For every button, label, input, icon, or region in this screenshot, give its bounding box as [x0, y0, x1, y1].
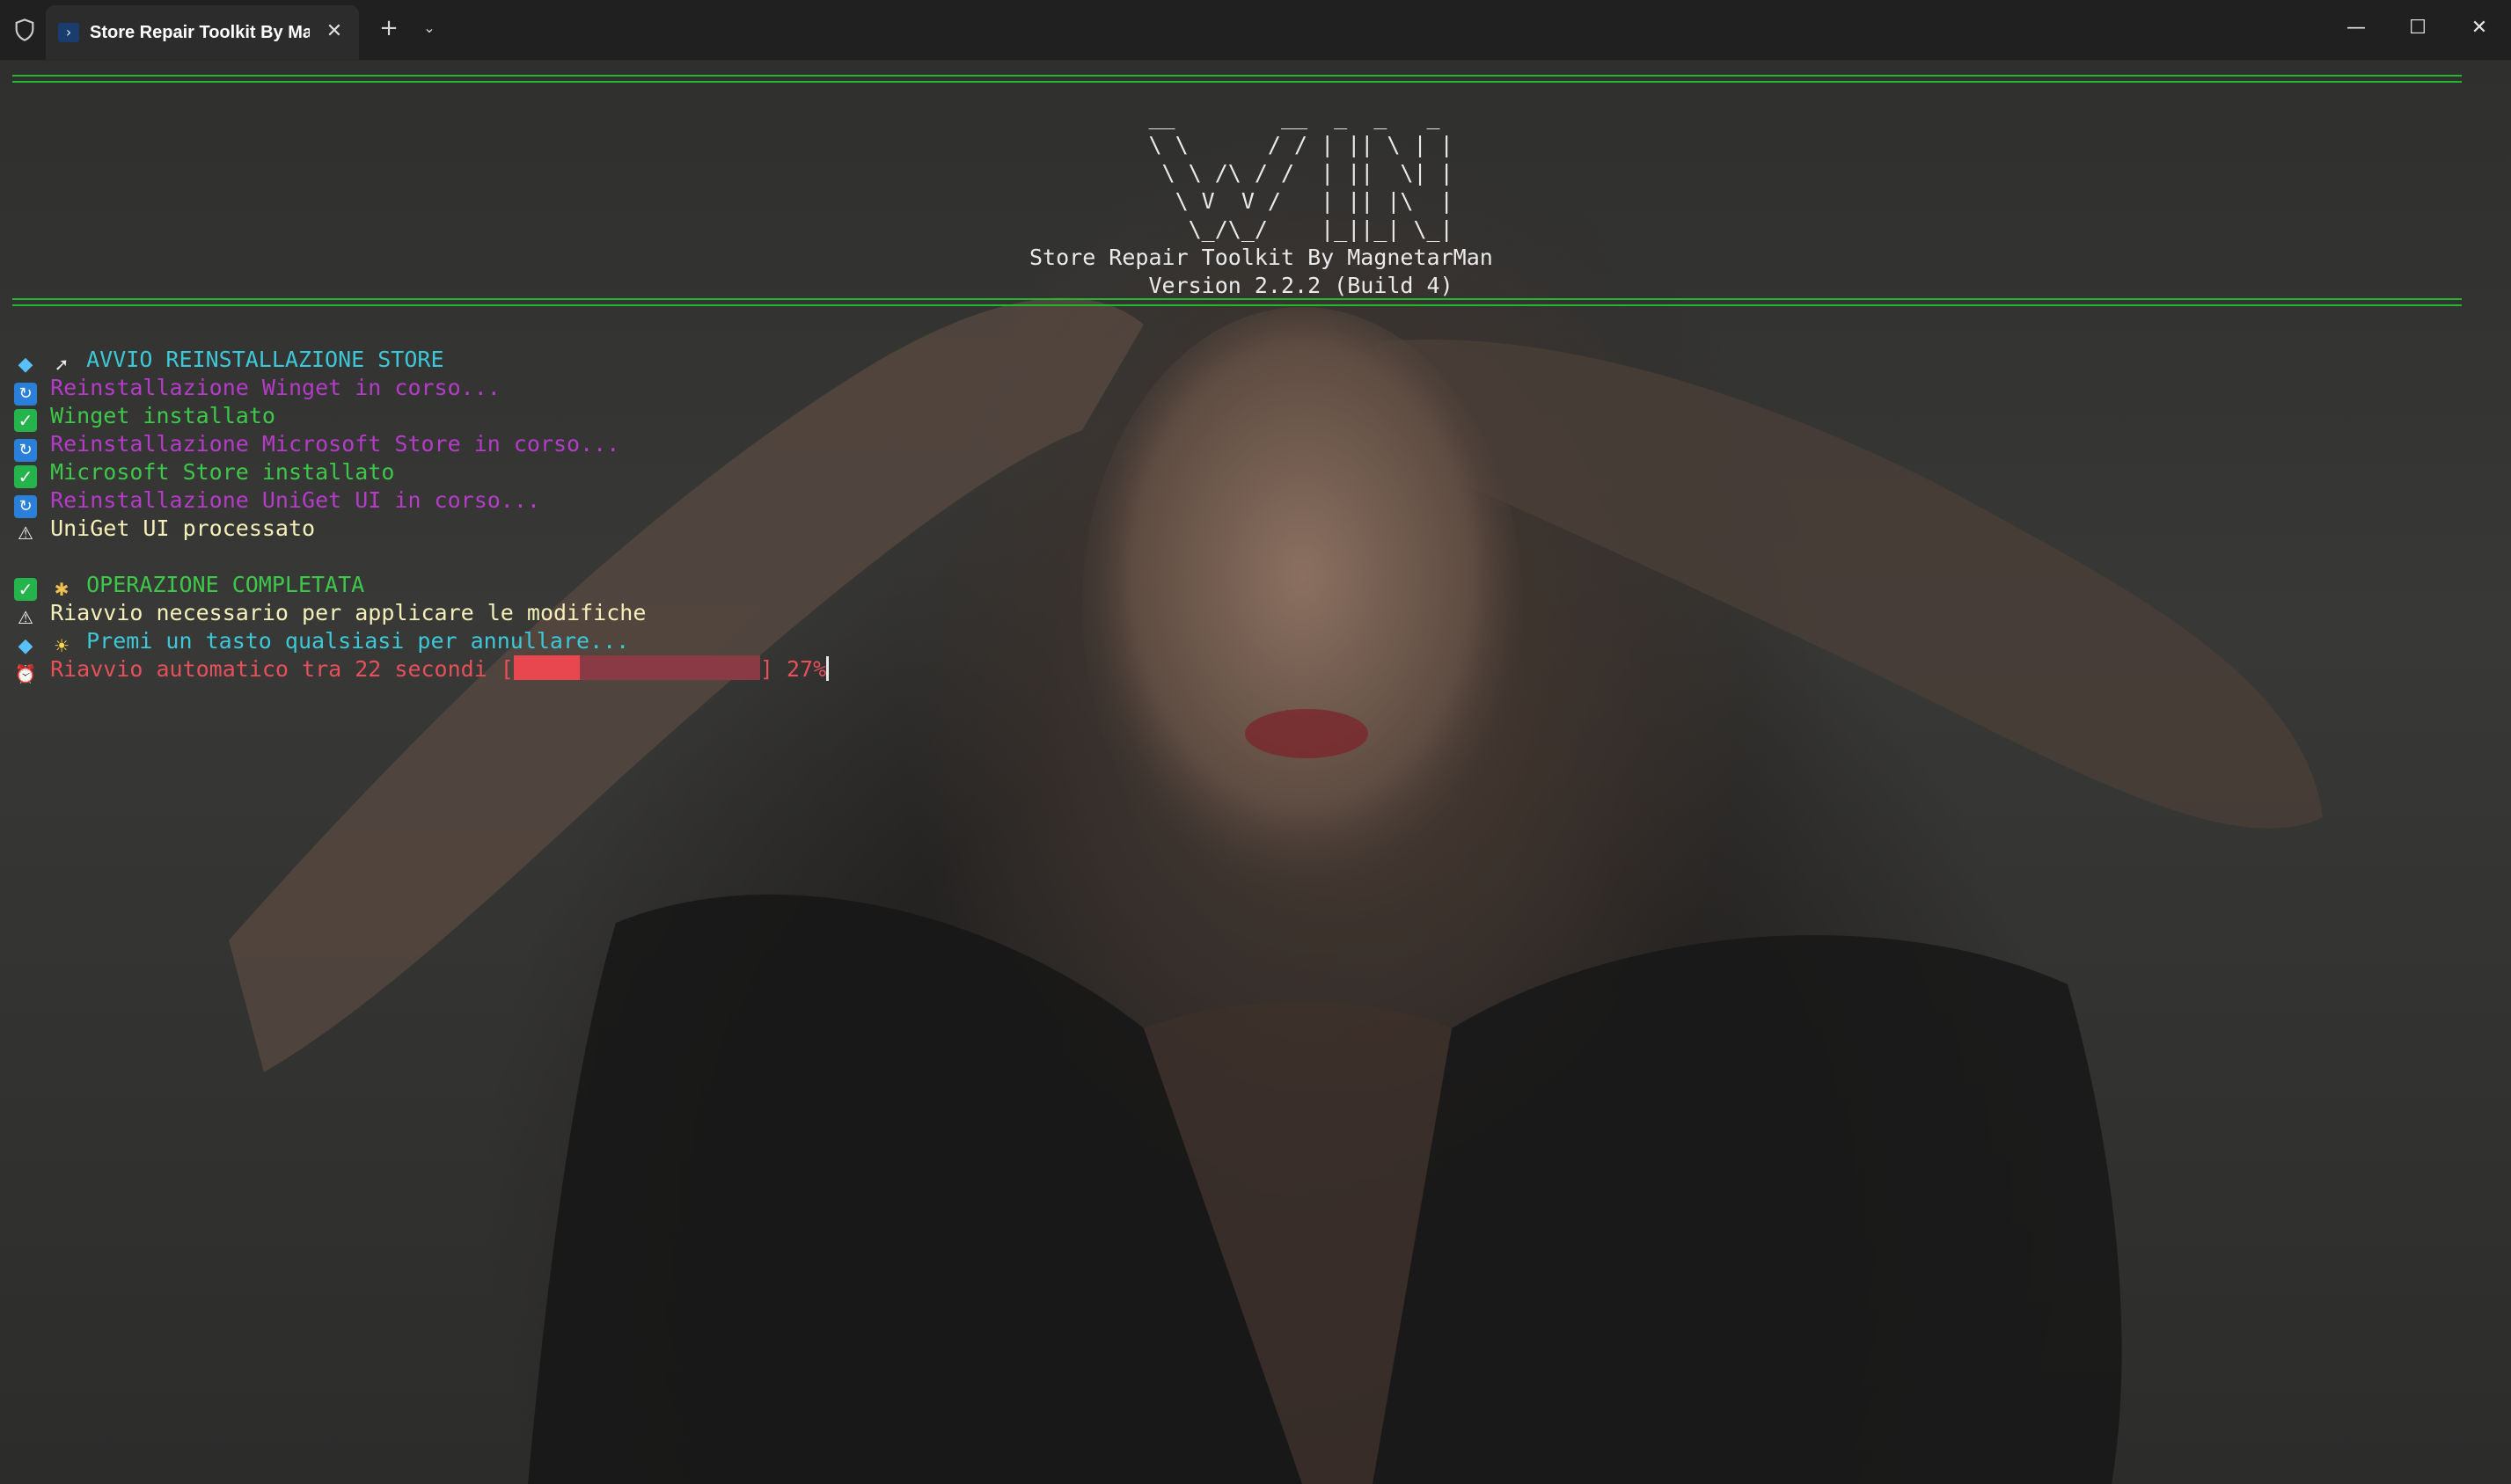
line-text: UniGet UI processato [50, 515, 316, 541]
output-line-cancel-hint: ◆ ☀ Premi un tasto qualsiasi per annulla… [14, 627, 630, 657]
check-icon: ✓ [14, 409, 37, 432]
output-line-restart-countdown: ⏰ Riavvio automatico tra 22 secondi [ ] 2… [14, 655, 830, 684]
chevron-down-icon[interactable]: ⌄ [417, 16, 442, 40]
output-line-winget-done: ✓ Winget installato [14, 402, 275, 432]
rocket-icon: ➚ [54, 354, 70, 375]
countdown-prefix: Riavvio automatico tra 22 secondi [ [50, 656, 514, 682]
powershell-icon: › [58, 23, 79, 42]
output-line-winget-progress: ↻ Reinstallazione Winget in corso... [14, 374, 501, 406]
tab-close-icon[interactable]: ✕ [320, 18, 348, 46]
output-line-start: ◆ ➚ AVVIO REINSTALLAZIONE STORE [14, 346, 444, 376]
bottom-divider [12, 298, 2462, 306]
restart-progress-fill [513, 655, 581, 680]
close-button[interactable]: ✕ [2460, 11, 2499, 46]
line-text: Reinstallazione UniGet UI in corso... [50, 487, 540, 513]
terminal-pane[interactable]: __ __ _ _ _ \ \ / / | || \ | | \ \ /\ / … [0, 61, 2511, 1484]
countdown-suffix: ] 27% [759, 656, 827, 682]
terminal-window: › Store Repair Toolkit By Magne ✕ + ⌄ — … [0, 0, 2511, 1484]
shield-icon [15, 18, 34, 41]
output-line-store-progress: ↻ Reinstallazione Microsoft Store in cor… [14, 430, 620, 462]
tab-store-repair-toolkit[interactable]: › Store Repair Toolkit By Magne ✕ [46, 5, 359, 60]
restart-progress-bar [513, 655, 760, 680]
text-cursor [826, 656, 830, 681]
line-text: Reinstallazione Microsoft Store in corso… [50, 431, 620, 457]
line-text: OPERAZIONE COMPLETATA [86, 572, 365, 597]
party-icon: ✱ [54, 579, 70, 600]
output-line-restart-required: ⚠ Riavvio necessario per applicare le mo… [14, 599, 647, 628]
output-line-uniget-progress: ↻ Reinstallazione UniGet UI in corso... [14, 486, 540, 518]
line-text: Winget installato [50, 403, 275, 428]
line-text: Microsoft Store installato [50, 459, 395, 485]
line-text: Premi un tasto qualsiasi per annullare..… [86, 628, 630, 654]
line-text: Reinstallazione Winget in corso... [50, 375, 501, 400]
output-line-store-done: ✓ Microsoft Store installato [14, 458, 395, 488]
ascii-banner: __ __ _ _ _ \ \ / / | || \ | | \ \ /\ / … [1029, 104, 1493, 298]
top-divider [12, 75, 2462, 83]
bulb-icon: ☀ [54, 635, 70, 656]
warning-icon: ⚠ [18, 607, 33, 628]
check-icon: ✓ [14, 578, 37, 601]
title-bar: › Store Repair Toolkit By Magne ✕ + ⌄ — … [0, 0, 2511, 61]
output-line-complete: ✓ ✱ OPERAZIONE COMPLETATA [14, 571, 365, 601]
new-tab-button[interactable]: + [375, 14, 403, 42]
minimize-button[interactable]: — [2337, 11, 2376, 46]
warning-icon: ⚠ [18, 523, 33, 544]
line-text: AVVIO REINSTALLAZIONE STORE [86, 347, 444, 372]
maximize-button[interactable]: ☐ [2398, 11, 2437, 46]
check-icon: ✓ [14, 465, 37, 488]
line-text: Riavvio necessario per applicare le modi… [50, 600, 647, 625]
alarm-icon: ⏰ [14, 663, 37, 684]
output-line-uniget-processed: ⚠ UniGet UI processato [14, 515, 316, 544]
tab-title: Store Repair Toolkit By Magne [90, 23, 310, 42]
